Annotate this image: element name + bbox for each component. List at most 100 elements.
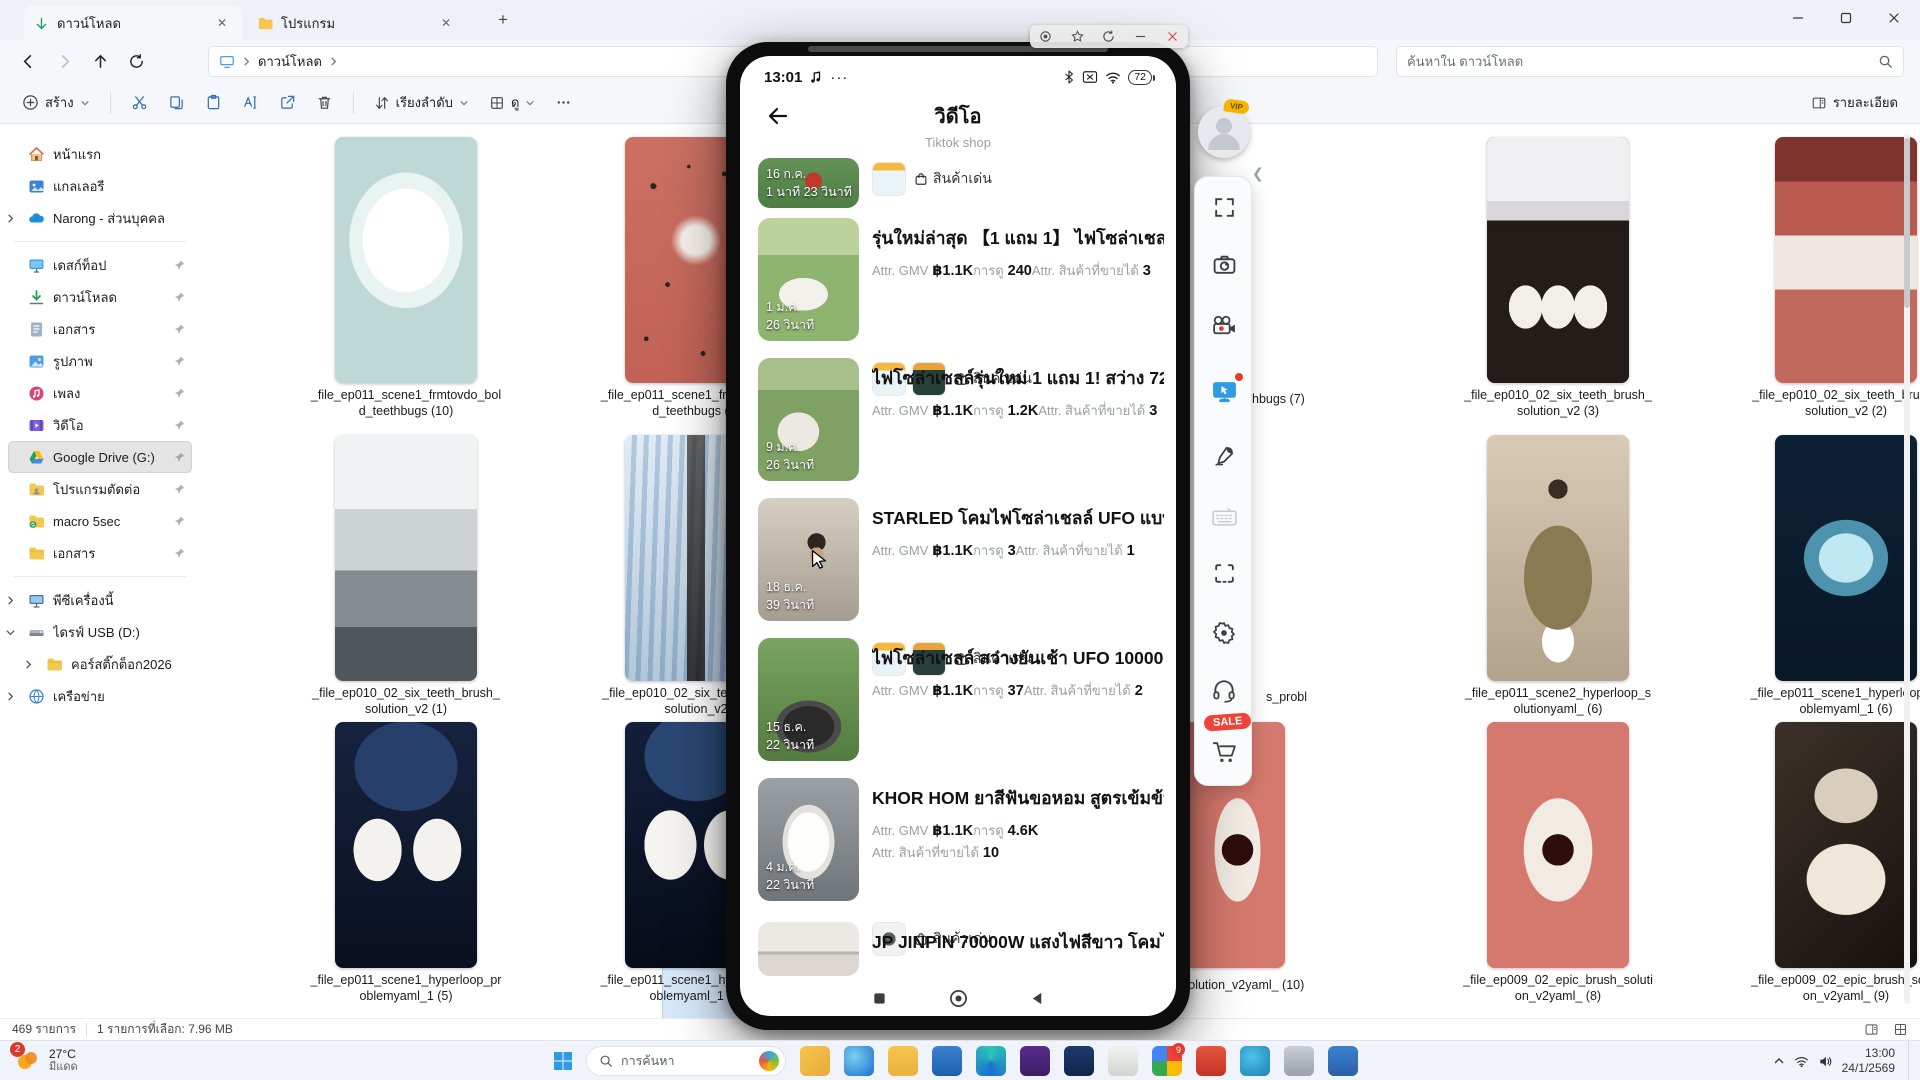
star-icon[interactable] — [1071, 30, 1084, 43]
paste-button[interactable] — [197, 88, 230, 117]
annotate-pen-button[interactable] — [1195, 433, 1253, 477]
video-thumbnail[interactable]: 9 ม.ค. 26 วินาที — [758, 358, 859, 481]
file-thumbnail[interactable] — [1775, 137, 1917, 383]
view-button[interactable]: ดู — [481, 86, 543, 119]
video-thumbnail[interactable]: 1 ม.ค. 26 วินาที — [758, 218, 859, 341]
file-item[interactable]: _file_ep009_02_epic_brush_solution_v2yam… — [1746, 722, 1920, 1004]
sidebar-item[interactable]: Narong - ส่วนบุคคล — [8, 202, 192, 234]
file-item[interactable]: _file_ep011_scene1_hyperloop_problemyaml… — [1746, 435, 1920, 717]
recents-button[interactable] — [872, 991, 887, 1006]
sidebar-item[interactable]: เพลง — [8, 377, 192, 409]
more-options-button[interactable] — [547, 88, 580, 117]
minimize-icon[interactable] — [1134, 30, 1147, 43]
taskbar-app-icon[interactable] — [976, 1046, 1006, 1076]
file-item[interactable]: _file_ep011_scene2_hyperloop_solutionyam… — [1458, 435, 1658, 717]
search-box[interactable]: ค้นหาใน ดาวน์โหลด — [1396, 46, 1904, 77]
support-headset-button[interactable] — [1195, 669, 1253, 713]
file-thumbnail[interactable] — [1775, 722, 1917, 968]
expand-chevron-icon[interactable] — [22, 659, 34, 670]
sidebar-item[interactable]: ดาวน์โหลด — [8, 281, 192, 313]
taskbar-app-icon[interactable] — [1196, 1046, 1226, 1076]
sidebar-item[interactable]: พีซีเครื่องนี้ — [8, 584, 192, 616]
file-thumbnail[interactable] — [1775, 435, 1917, 681]
sort-button[interactable]: เรียงลำดับ — [366, 86, 477, 119]
tray-expand-icon[interactable] — [1773, 1055, 1785, 1067]
search-icon[interactable] — [1878, 54, 1893, 69]
start-button[interactable] — [548, 1046, 578, 1076]
collapse-handle-icon[interactable]: ❮ — [1252, 165, 1264, 182]
taskbar-clock[interactable]: 13:00 24/1/2569 — [1842, 1046, 1895, 1076]
breadcrumb[interactable]: ดาวน์โหลด — [258, 51, 322, 72]
taskbar-app-icon[interactable] — [888, 1046, 918, 1076]
keyboard-button[interactable] — [1195, 495, 1253, 539]
minimize-button[interactable] — [1776, 0, 1820, 36]
screen-record-button[interactable] — [1195, 303, 1253, 347]
avatar[interactable]: VIP — [1198, 106, 1250, 158]
file-thumbnail[interactable] — [335, 722, 477, 968]
file-thumbnail[interactable] — [1487, 435, 1629, 681]
record-icon[interactable] — [1039, 30, 1052, 43]
expand-chevron-icon[interactable] — [4, 691, 16, 702]
file-name-partial[interactable]: solution_v2yaml_ (10) — [1182, 978, 1304, 992]
taskbar-app-icon[interactable] — [1108, 1046, 1138, 1076]
file-thumbnail[interactable] — [1487, 722, 1629, 968]
screen-control-button[interactable] — [1195, 369, 1253, 413]
fullscreen-button[interactable] — [1195, 185, 1253, 229]
video-thumbnail[interactable] — [758, 922, 859, 976]
expand-chevron-icon[interactable] — [4, 595, 16, 606]
sidebar-item[interactable]: เอกสาร — [8, 313, 192, 345]
taskbar-edge-icon[interactable] — [844, 1046, 874, 1076]
wifi-icon[interactable] — [1794, 1055, 1809, 1068]
sidebar-item[interactable]: วิดีโอ — [8, 409, 192, 441]
rename-button[interactable] — [234, 88, 267, 117]
taskbar-chrome-icon[interactable]: 9 — [1152, 1046, 1182, 1076]
sidebar-item[interactable]: เอกสาร — [8, 537, 192, 569]
back-button[interactable] — [1030, 991, 1045, 1006]
volume-icon[interactable] — [1818, 1054, 1833, 1069]
file-item[interactable]: _file_ep011_scene1_hyperloop_problemyaml… — [306, 722, 506, 1004]
file-item[interactable]: _file_ep010_02_six_teeth_brush_solution_… — [1746, 137, 1920, 419]
sidebar-item[interactable]: macro 5sec — [8, 505, 192, 537]
sidebar-item[interactable]: โปรแกรมตัดต่อ — [8, 473, 192, 505]
taskbar-app-icon[interactable] — [1328, 1046, 1358, 1076]
taskbar-app-icon[interactable] — [1064, 1046, 1094, 1076]
tab-downloads[interactable]: ดาวน์โหลด ✕ — [24, 6, 242, 40]
tab-programs[interactable]: โปรแกรม ✕ — [248, 6, 466, 40]
taskbar-weather-widget[interactable]: 2 27°C มีแดด — [0, 1046, 150, 1076]
file-name-partial[interactable]: hbugs (7) — [1252, 392, 1305, 406]
settings-button[interactable] — [1195, 611, 1253, 655]
taskbar-app-icon[interactable] — [932, 1046, 962, 1076]
file-item[interactable]: _file_ep009_02_epic_brush_solution_v2yam… — [1458, 722, 1658, 1004]
sidebar-item[interactable]: หน้าแรก — [8, 138, 192, 170]
show-desktop-button[interactable] — [1908, 1041, 1912, 1080]
large-icons-view-icon[interactable] — [1893, 1022, 1908, 1037]
details-pane-button[interactable]: รายละเอียด — [1803, 86, 1906, 119]
sidebar-item[interactable]: Google Drive (G:) — [8, 441, 192, 473]
sidebar-item[interactable]: ไดรฟ์ USB (D:) — [8, 616, 192, 648]
refresh-button[interactable] — [118, 46, 154, 76]
file-thumbnail[interactable] — [335, 435, 477, 681]
video-thumbnail[interactable]: 15 ธ.ค. 22 วินาที — [758, 638, 859, 761]
file-item[interactable]: _file_ep011_scene1_frmtovdo_bold_teethbu… — [306, 137, 506, 419]
video-thumbnail[interactable]: 16 ก.ค. 1 นาที 23 วินาที — [758, 158, 859, 208]
copy-button[interactable] — [160, 88, 193, 117]
details-view-icon[interactable] — [1864, 1022, 1879, 1037]
file-item[interactable]: _file_ep010_02_six_teeth_brush_solution_… — [1458, 137, 1658, 419]
tab-close-icon[interactable]: ✕ — [212, 14, 232, 32]
back-button[interactable] — [10, 46, 46, 76]
shop-cart-button[interactable] — [1195, 729, 1253, 773]
file-thumbnail[interactable] — [1487, 137, 1629, 383]
rotate-icon[interactable] — [1102, 30, 1115, 43]
new-tab-button[interactable]: + — [498, 10, 508, 30]
maximize-button[interactable] — [1824, 0, 1868, 36]
home-button[interactable] — [949, 989, 968, 1008]
new-button[interactable]: สร้าง — [14, 86, 98, 119]
sidebar-item[interactable]: คอร์สติ๊กต็อก2026 — [26, 648, 192, 680]
taskbar-search[interactable]: การค้นหา — [586, 1046, 786, 1076]
close-icon[interactable] — [1166, 30, 1179, 43]
screenshot-button[interactable] — [1195, 243, 1253, 287]
share-button[interactable] — [271, 88, 304, 117]
up-button[interactable] — [82, 46, 118, 76]
expand-chevron-icon[interactable] — [4, 627, 16, 638]
delete-button[interactable] — [308, 88, 341, 117]
